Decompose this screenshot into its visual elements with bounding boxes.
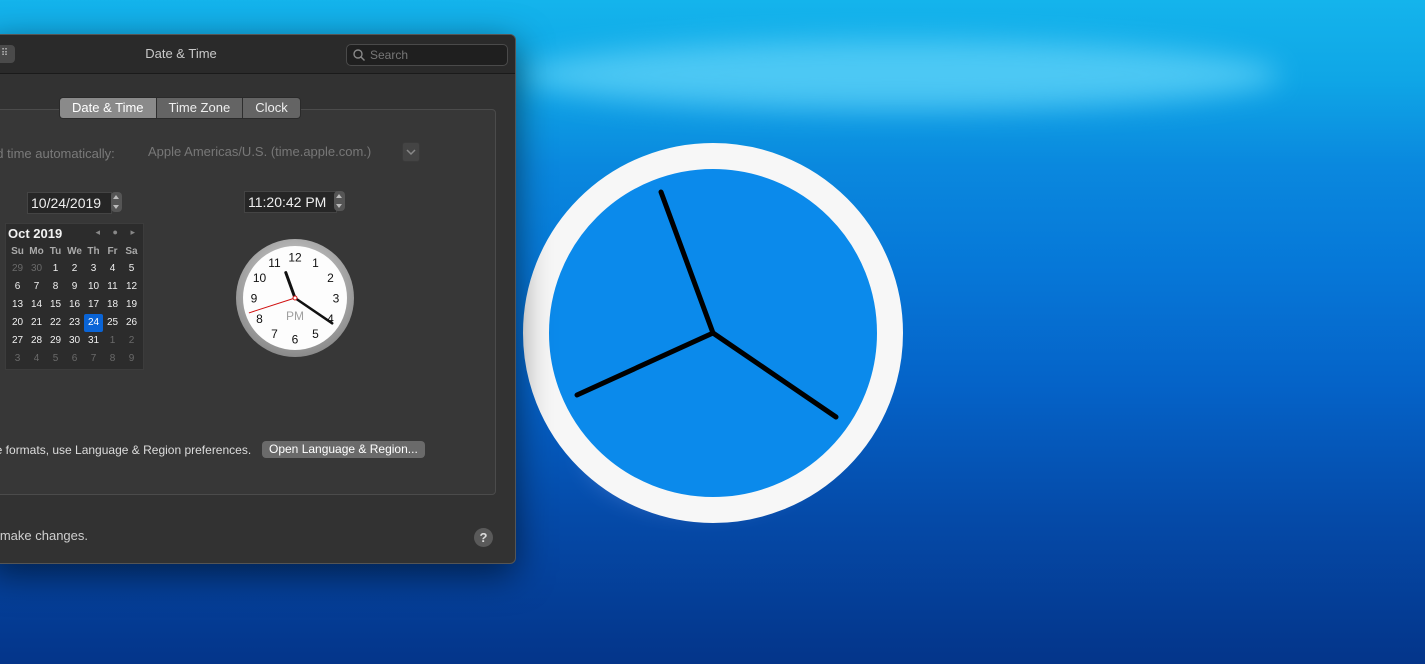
calendar-day[interactable]: 19: [122, 296, 141, 314]
calendar-weekday: Su: [11, 246, 24, 257]
calendar-day[interactable]: 25: [103, 314, 122, 332]
calendar-weekday: Fr: [107, 246, 118, 257]
search-field[interactable]: Search: [346, 44, 508, 66]
calendar-weekday: We: [67, 246, 82, 257]
help-button[interactable]: ?: [474, 528, 493, 547]
calendar-day[interactable]: 10: [84, 278, 103, 296]
stepper-down-icon: [113, 205, 119, 209]
calendar-day[interactable]: 8: [103, 350, 122, 368]
calendar-month-label: Oct 2019: [8, 226, 63, 241]
calendar-day[interactable]: 16: [65, 296, 84, 314]
calendar-grid: Su Mo Tu We Th Fr Sa 29 30 1 2 3 4 5 6 7 8 9 10 11 12 13 14 15 1…: [8, 244, 142, 368]
window-title: Date & Time: [145, 46, 217, 61]
calendar-day[interactable]: 21: [27, 314, 46, 332]
analog-clock: 12 1234567891011 PM: [236, 239, 354, 357]
lock-hint-text: o make changes.: [0, 528, 89, 543]
stepper-up-icon: [113, 195, 119, 199]
date-field[interactable]: 10/24/2019: [27, 192, 112, 214]
clock-number: 9: [251, 292, 258, 306]
calendar-day[interactable]: 2: [122, 332, 141, 350]
calendar-day[interactable]: 18: [103, 296, 122, 314]
clock-number: 7: [271, 327, 278, 341]
calendar-day[interactable]: 9: [65, 278, 84, 296]
clock-number: 6: [292, 333, 299, 347]
calendar-weekday: Mo: [29, 246, 44, 257]
time-server-value: Apple Americas/U.S. (time.apple.com.): [148, 144, 372, 159]
calendar-day-selected[interactable]: 24: [84, 314, 103, 332]
clock-number: 5: [312, 327, 319, 341]
calendar-day[interactable]: 26: [122, 314, 141, 332]
calendar-weekday: Tu: [49, 246, 62, 257]
calendar-day[interactable]: 31: [84, 332, 103, 350]
wallpaper-highlight: [520, 40, 1280, 110]
desktop-clock-widget: [523, 143, 903, 523]
calendar-day[interactable]: 30: [27, 260, 46, 278]
date-stepper[interactable]: [111, 192, 122, 212]
tab-clock[interactable]: Clock: [243, 98, 300, 118]
time-field[interactable]: 11:20:42 PM: [244, 191, 337, 213]
title-bar: ⠿ Date & Time Search: [0, 35, 515, 74]
calendar-day[interactable]: 22: [46, 314, 65, 332]
calendar-day[interactable]: 7: [27, 278, 46, 296]
tab-bar: Date & Time Time Zone Clock: [59, 97, 301, 119]
calendar-day[interactable]: 20: [8, 314, 27, 332]
clock-center-cap: [292, 295, 298, 301]
calendar-day[interactable]: 27: [8, 332, 27, 350]
calendar-day[interactable]: 11: [103, 278, 122, 296]
calendar-day[interactable]: 5: [122, 260, 141, 278]
language-region-hint: ne formats, use Language & Region prefer…: [0, 443, 252, 457]
calendar-day[interactable]: 29: [46, 332, 65, 350]
calendar-day[interactable]: 12: [122, 278, 141, 296]
calendar-day[interactable]: 1: [103, 332, 122, 350]
search-placeholder: Search: [370, 48, 409, 62]
stepper-up-icon: [336, 194, 342, 198]
clock-number: 10: [253, 271, 267, 285]
clock-meridiem: PM: [286, 309, 304, 323]
calendar-day[interactable]: 17: [84, 296, 103, 314]
tab-time-zone[interactable]: Time Zone: [156, 98, 244, 118]
clock-number: 3: [333, 292, 340, 306]
calendar-day[interactable]: 6: [65, 350, 84, 368]
calendar-day[interactable]: 8: [46, 278, 65, 296]
set-automatically-label: nd time automatically:: [0, 146, 115, 161]
calendar-day[interactable]: 9: [122, 350, 141, 368]
calendar-day[interactable]: 3: [84, 260, 103, 278]
calendar-weekday: Th: [87, 246, 100, 257]
calendar-day[interactable]: 23: [65, 314, 84, 332]
calendar-day[interactable]: 4: [27, 350, 46, 368]
calendar-day[interactable]: 15: [46, 296, 65, 314]
calendar-day[interactable]: 5: [46, 350, 65, 368]
calendar-day[interactable]: 29: [8, 260, 27, 278]
calendar: Oct 2019 ◂ ● ▸ Su Mo Tu We Th Fr Sa 29 30 1 2 3 4 5 6 7…: [5, 223, 144, 370]
clock-number: 11: [268, 256, 281, 270]
calendar-day[interactable]: 3: [8, 350, 27, 368]
open-language-region-button[interactable]: Open Language & Region...: [262, 441, 425, 458]
calendar-day[interactable]: 7: [84, 350, 103, 368]
clock-number: 1: [312, 256, 319, 270]
clock-number: 12: [288, 251, 302, 265]
date-time-window: ⠿ Date & Time Search Date & Time Time Zo…: [0, 34, 516, 564]
calendar-day[interactable]: 30: [65, 332, 84, 350]
chevron-down-icon: [402, 142, 420, 162]
clock-number: 8: [256, 312, 263, 326]
calendar-day[interactable]: 14: [27, 296, 46, 314]
calendar-weekday: Sa: [125, 246, 138, 257]
calendar-day[interactable]: 1: [46, 260, 65, 278]
calendar-day[interactable]: 6: [8, 278, 27, 296]
time-server-select[interactable]: Apple Americas/U.S. (time.apple.com.): [146, 142, 420, 162]
search-icon: [353, 49, 365, 61]
time-stepper[interactable]: [334, 191, 345, 211]
calendar-day[interactable]: 2: [65, 260, 84, 278]
calendar-day[interactable]: 4: [103, 260, 122, 278]
calendar-day[interactable]: 28: [27, 332, 46, 350]
stepper-down-icon: [336, 204, 342, 208]
calendar-day[interactable]: 13: [8, 296, 27, 314]
calendar-nav-icon[interactable]: ◂ ● ▸: [96, 227, 140, 238]
tab-date-time[interactable]: Date & Time: [60, 98, 157, 118]
clock-number: 2: [327, 271, 334, 285]
